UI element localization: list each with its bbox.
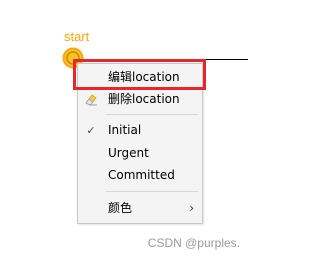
editor-canvas: start 编辑location 删除location ✓ Initial Ur… — [0, 0, 248, 265]
menu-item-label: 删除location — [108, 92, 180, 106]
eraser-icon — [84, 89, 98, 110]
menu-item-color[interactable]: 颜色 › — [78, 198, 202, 219]
menu-separator — [106, 191, 198, 192]
checkmark-icon: ✓ — [86, 124, 96, 137]
menu-separator — [106, 114, 198, 115]
menu-item-delete-location[interactable]: 删除location — [78, 89, 202, 110]
menu-item-label: Initial — [108, 123, 142, 137]
watermark: CSDN @purples. — [147, 236, 240, 250]
menu-item-label: 颜色 — [108, 201, 133, 215]
menu-item-committed[interactable]: Committed — [78, 165, 202, 186]
annotation-highlight-box — [73, 59, 206, 90]
menu-item-urgent[interactable]: Urgent — [78, 143, 202, 164]
transition-edge[interactable] — [200, 59, 248, 60]
menu-item-label: Committed — [108, 168, 175, 182]
chevron-right-icon: › — [189, 201, 194, 215]
menu-item-label: Urgent — [108, 146, 149, 160]
location-name-label: start — [64, 29, 90, 44]
menu-item-initial[interactable]: ✓ Initial — [78, 120, 202, 141]
